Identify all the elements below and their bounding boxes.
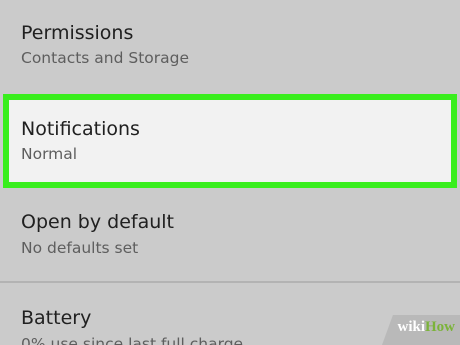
- open-by-default-item[interactable]: Open by default No defaults set: [0, 188, 460, 280]
- app-info-settings-list: Permissions Contacts and Storage Notific…: [0, 0, 460, 345]
- watermark-wiki: wiki: [397, 319, 425, 335]
- permissions-title: Permissions: [21, 22, 134, 44]
- battery-subtitle: 0% use since last full charge: [21, 335, 244, 345]
- open-by-default-subtitle: No defaults set: [21, 239, 139, 257]
- open-by-default-title: Open by default: [21, 211, 174, 233]
- notifications-subtitle: Normal: [21, 145, 78, 163]
- battery-title: Battery: [21, 307, 92, 329]
- permissions-subtitle: Contacts and Storage: [21, 49, 190, 67]
- wikihow-watermark: wikiHow: [382, 315, 460, 345]
- watermark-how: How: [425, 319, 455, 335]
- notifications-item[interactable]: Notifications Normal: [0, 94, 460, 188]
- permissions-item[interactable]: Permissions Contacts and Storage: [0, 0, 460, 90]
- notifications-title: Notifications: [21, 118, 140, 140]
